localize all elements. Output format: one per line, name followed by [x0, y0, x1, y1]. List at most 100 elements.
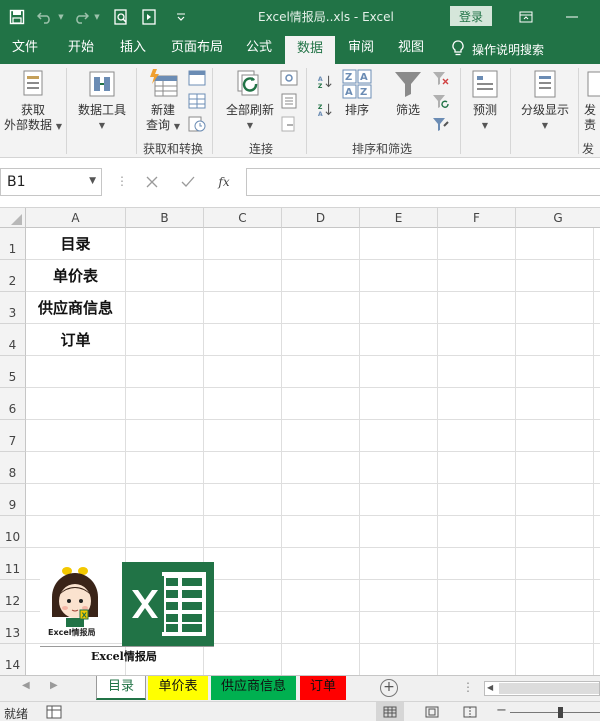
recent-sources-icon[interactable] — [188, 116, 206, 132]
filter-button[interactable]: 筛选 — [388, 68, 428, 118]
zoom-slider-thumb[interactable] — [558, 707, 563, 718]
get-external-data-line1: 获取 — [20, 103, 45, 117]
reapply-filter-icon[interactable] — [432, 93, 450, 109]
publish-button-partial[interactable]: 发 责 — [584, 68, 600, 133]
page-layout-view-icon[interactable] — [418, 702, 446, 721]
redo-dropdown-icon[interactable]: ▼ — [92, 6, 102, 28]
undo-icon[interactable] — [34, 6, 56, 28]
insert-function-icon[interactable]: fx — [214, 172, 234, 192]
row-header-7[interactable]: 7 — [0, 420, 26, 452]
undo-dropdown-icon[interactable]: ▼ — [56, 6, 66, 28]
formula-bar-splitter[interactable]: ⋮ — [116, 174, 128, 188]
clear-filter-icon[interactable] — [432, 70, 450, 86]
sheet-tab-orders[interactable]: 订单 — [300, 676, 346, 700]
sheet-tab-catalog[interactable]: 目录 — [96, 676, 146, 700]
row-header-9[interactable]: 9 — [0, 484, 26, 516]
sheet-tab-price-list[interactable]: 单价表 — [148, 676, 208, 700]
chevron-down-icon: ▼ — [246, 121, 254, 130]
normal-view-icon[interactable] — [376, 702, 404, 721]
row-header-10[interactable]: 10 — [0, 516, 26, 548]
column-header-g[interactable]: G — [516, 208, 600, 228]
tab-home[interactable]: 开始 — [68, 34, 94, 64]
cell-a3[interactable]: 供应商信息 — [26, 292, 125, 324]
tab-data[interactable]: 数据 — [285, 36, 336, 64]
from-table-icon[interactable] — [188, 93, 206, 109]
chevron-down-icon[interactable]: ▼ — [89, 176, 96, 186]
tab-view[interactable]: 视图 — [398, 34, 424, 64]
edit-links-icon[interactable] — [280, 116, 298, 132]
group-label-sort-filter: 排序和筛选 — [352, 142, 413, 156]
horizontal-scrollbar[interactable]: ◀ — [484, 681, 600, 696]
outline-button[interactable]: 分级显示 ▼ — [516, 68, 574, 133]
column-header-b[interactable]: B — [126, 208, 204, 228]
forecast-button[interactable]: 预测 ▼ — [466, 68, 504, 133]
group-label-publish: 发 — [582, 142, 595, 156]
refresh-all-button[interactable]: 全部刷新 ▼ — [222, 68, 278, 133]
ribbon-display-icon[interactable] — [514, 6, 538, 28]
cell-a2[interactable]: 单价表 — [26, 260, 125, 292]
print-preview-icon[interactable] — [110, 6, 132, 28]
column-header-c[interactable]: C — [204, 208, 282, 228]
column-header-d[interactable]: D — [282, 208, 360, 228]
login-button[interactable]: 登录 — [450, 6, 492, 26]
select-all-corner[interactable] — [0, 208, 26, 228]
tab-review[interactable]: 审阅 — [348, 34, 374, 64]
sort-ascending-icon[interactable]: AZ — [316, 74, 334, 90]
column-header-e[interactable]: E — [360, 208, 438, 228]
page-break-view-icon[interactable] — [456, 702, 484, 721]
connections-icon[interactable] — [280, 70, 298, 86]
advanced-filter-icon[interactable] — [432, 116, 450, 132]
name-box[interactable]: B1 ▼ — [0, 168, 102, 196]
row-header-4[interactable]: 4 — [0, 324, 26, 356]
mascot-icon: X — [52, 567, 98, 627]
add-sheet-button[interactable]: + — [380, 679, 398, 697]
column-header-a[interactable]: A — [26, 208, 126, 228]
get-external-data-button[interactable]: 获取 外部数据 ▼ — [4, 68, 62, 134]
row-header-13[interactable]: 13 — [0, 612, 26, 644]
enter-icon[interactable] — [178, 172, 198, 192]
zoom-out-icon[interactable]: − — [496, 703, 507, 718]
data-tools-label: 数据工具 — [77, 103, 126, 117]
scrollbar-thumb[interactable] — [499, 683, 599, 694]
sort-button[interactable]: ZAAZ 排序 — [338, 68, 376, 118]
row-header-8[interactable]: 8 — [0, 452, 26, 484]
excel-logo-image[interactable] — [122, 562, 214, 646]
sort-descending-icon[interactable]: ZA — [316, 102, 334, 118]
status-mode: 就绪 — [4, 707, 29, 721]
row-header-1[interactable]: 1 — [0, 228, 26, 260]
tab-insert[interactable]: 插入 — [120, 34, 146, 64]
save-icon[interactable] — [6, 6, 28, 28]
tab-splitter[interactable]: ⋮ — [462, 680, 474, 694]
row-header-3[interactable]: 3 — [0, 292, 26, 324]
cell-a4[interactable]: 订单 — [26, 324, 125, 356]
sheet-nav-next-icon[interactable]: ▶ — [50, 680, 58, 691]
show-queries-icon[interactable] — [188, 70, 206, 86]
tell-me-search[interactable]: 操作说明搜索 — [452, 34, 544, 64]
row-header-2[interactable]: 2 — [0, 260, 26, 292]
row-header-12[interactable]: 12 — [0, 580, 26, 612]
properties-icon[interactable] — [280, 93, 298, 109]
cell-a1[interactable]: 目录 — [26, 228, 125, 260]
redo-icon[interactable] — [70, 6, 92, 28]
sheet-nav-prev-icon[interactable]: ◀ — [22, 680, 30, 691]
formula-input[interactable] — [246, 168, 600, 196]
tab-page-layout[interactable]: 页面布局 — [171, 34, 223, 64]
sheet-tab-supplier-info[interactable]: 供应商信息 — [211, 676, 296, 700]
data-tools-button[interactable]: 数据工具 ▼ — [74, 68, 130, 133]
minimize-icon[interactable] — [560, 6, 584, 28]
zoom-slider[interactable] — [510, 712, 600, 713]
group-separator — [578, 68, 579, 154]
tab-file[interactable]: 文件 — [12, 34, 38, 64]
customize-qat-icon[interactable] — [170, 6, 192, 28]
row-header-5[interactable]: 5 — [0, 356, 26, 388]
cancel-icon[interactable] — [142, 172, 162, 192]
tab-formulas[interactable]: 公式 — [246, 34, 272, 64]
new-query-button[interactable]: 新建 查询 ▼ — [140, 68, 186, 134]
column-header-f[interactable]: F — [438, 208, 516, 228]
macro-record-icon[interactable] — [46, 704, 64, 720]
row-header-14[interactable]: 14 — [0, 644, 26, 675]
form-icon[interactable] — [138, 6, 160, 28]
scroll-left-icon[interactable]: ◀ — [487, 683, 493, 692]
row-header-11[interactable]: 11 — [0, 548, 26, 580]
row-header-6[interactable]: 6 — [0, 388, 26, 420]
